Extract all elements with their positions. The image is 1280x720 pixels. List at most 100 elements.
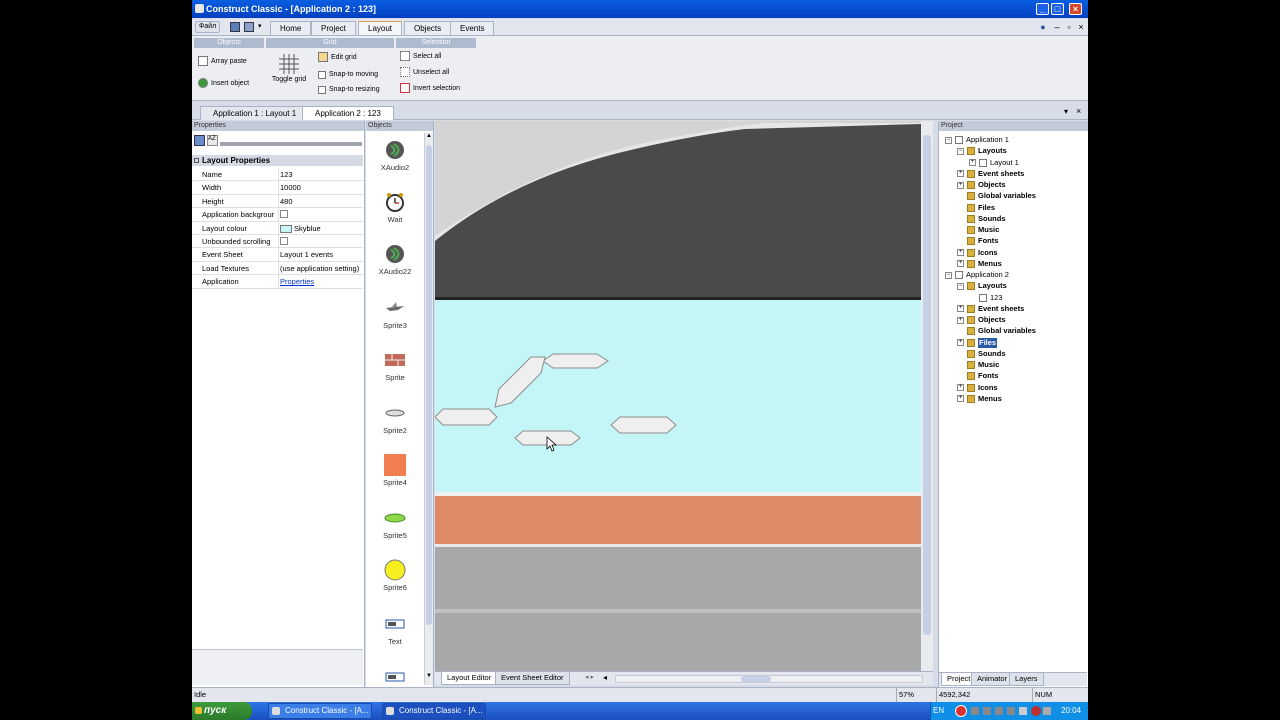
volume-icon[interactable]	[1043, 707, 1051, 715]
expand-icon[interactable]: +	[957, 181, 964, 189]
tab-scroll-icon[interactable]: ◂ ▸	[585, 673, 594, 681]
object-sprite2[interactable]: Sprite2	[366, 402, 424, 435]
prop-row-unbounded-scrolling[interactable]: Unbounded scrolling	[192, 235, 363, 249]
doc-minimize-icon[interactable]: –	[1052, 22, 1062, 32]
layout-properties-group[interactable]: Layout Properties	[192, 155, 363, 166]
prop-row-load-textures[interactable]: Load Textures (use application setting)	[192, 261, 363, 276]
chevron-down-icon[interactable]: ▾	[258, 22, 262, 30]
close-icon[interactable]: ×	[1076, 106, 1081, 116]
object-xaudio2[interactable]: XAudio2	[366, 139, 424, 172]
platform-sprite[interactable]	[542, 353, 609, 369]
tree-node[interactable]: + Icons	[957, 248, 998, 258]
insert-object-button[interactable]: Insert object	[198, 78, 249, 88]
prop-row-width[interactable]: Width 10000	[192, 181, 363, 195]
array-paste-button[interactable]: Array paste	[198, 56, 247, 66]
title-bar[interactable]: Construct Classic - [Application 2 : 123…	[192, 0, 1088, 18]
doc-restore-icon[interactable]: ▫	[1064, 22, 1074, 32]
tree-node[interactable]: +Music	[957, 360, 999, 370]
taskbar-item-construct-2[interactable]: Construct Classic - [A...	[382, 703, 486, 719]
taskbar-item-construct-1[interactable]: Construct Classic - [A...	[268, 703, 372, 719]
canvas-hscroll-thumb[interactable]	[741, 676, 771, 682]
language-indicator[interactable]: EN	[933, 702, 944, 720]
save-icon[interactable]	[230, 22, 240, 32]
tree-node[interactable]: +Global variables	[957, 191, 1036, 201]
tree-node[interactable]: + Event sheets	[957, 169, 1024, 179]
toggle-grid-button[interactable]: Toggle grid	[270, 54, 308, 83]
select-all-button[interactable]: Select all	[400, 51, 441, 61]
invert-selection-button[interactable]: Invert selection	[400, 83, 460, 93]
doc-close-icon[interactable]: ×	[1076, 22, 1086, 32]
prop-row-name[interactable]: Name 123	[192, 168, 363, 182]
unselect-all-button[interactable]: Unselect all	[400, 67, 449, 77]
expand-icon[interactable]: +	[957, 305, 964, 313]
checkbox-icon[interactable]	[280, 210, 288, 219]
tray-icon[interactable]	[995, 707, 1003, 715]
tree-node[interactable]: + Menus	[957, 259, 1002, 269]
close-icon[interactable]: ×	[1069, 3, 1082, 15]
object-sprite3[interactable]: Sprite3	[366, 297, 424, 330]
collapse-icon[interactable]: −	[957, 147, 964, 155]
tray-icon[interactable]	[983, 707, 991, 715]
start-button[interactable]: пуск	[192, 702, 252, 720]
tree-node[interactable]: +Sounds	[957, 349, 1006, 359]
expand-icon[interactable]: +	[957, 170, 964, 178]
prop-row-layout-colour[interactable]: Layout colour Skyblue	[192, 221, 363, 235]
expand-icon[interactable]: +	[957, 249, 964, 256]
tree-node[interactable]: +Files	[957, 337, 998, 348]
expand-icon[interactable]: +	[969, 159, 976, 166]
tree-node[interactable]: +Global variables	[957, 326, 1036, 336]
expand-icon[interactable]: +	[957, 395, 964, 403]
tab-layers[interactable]: Layers	[1009, 673, 1044, 686]
object-sprite5[interactable]: Sprite5	[366, 507, 424, 540]
tab-events[interactable]: Events	[450, 21, 495, 35]
help-icon[interactable]: ●	[1038, 22, 1048, 32]
tree-node[interactable]: + Layout 1	[969, 158, 1019, 168]
checkbox-icon[interactable]	[280, 237, 288, 245]
tree-node[interactable]: +Fonts	[957, 371, 998, 381]
edit-grid-button[interactable]: Edit grid	[318, 52, 357, 62]
tree-node[interactable]: + Objects	[957, 180, 1006, 190]
file-menu-button[interactable]: Файл	[195, 21, 221, 33]
tree-node[interactable]: + Objects	[957, 315, 1006, 325]
prop-row-event-sheet[interactable]: Event Sheet Layout 1 events	[192, 248, 363, 262]
collapse-icon[interactable]	[194, 158, 199, 163]
ground-sprite[interactable]	[435, 496, 921, 544]
save-all-icon[interactable]	[244, 22, 254, 32]
object-sprite4[interactable]: Sprite4	[366, 454, 424, 487]
doc-tab-application-2[interactable]: Application 2 : 123	[302, 106, 394, 120]
antivirus-icon[interactable]	[1031, 706, 1041, 716]
expand-icon[interactable]: +	[957, 316, 964, 324]
object-sprite6[interactable]: Sprite6	[366, 559, 424, 592]
platform-sprite[interactable]	[610, 416, 677, 434]
minimize-icon[interactable]: _	[1036, 3, 1049, 15]
tab-event-sheet-editor[interactable]: Event Sheet Editor	[495, 672, 570, 685]
tree-node[interactable]: +Fonts	[957, 236, 998, 246]
record-icon[interactable]	[955, 705, 967, 717]
snap-moving-checkbox[interactable]: Snap-to moving	[318, 70, 378, 79]
object-sprite[interactable]: Sprite	[366, 349, 424, 382]
scroll-thumb[interactable]	[426, 145, 432, 625]
canvas-vscroll-thumb[interactable]	[923, 135, 931, 635]
maximize-icon[interactable]: □	[1051, 3, 1064, 15]
prop-row-application[interactable]: Application Properties	[192, 275, 363, 289]
prop-row-height[interactable]: Height 480	[192, 194, 363, 209]
categorized-icon[interactable]	[194, 135, 205, 146]
doc-tab-application-1[interactable]: Application 1 : Layout 1	[200, 106, 310, 120]
tray-icon[interactable]	[1007, 707, 1015, 715]
tab-animator[interactable]: Animator	[971, 673, 1014, 686]
prop-row-app-background[interactable]: Application backgrour	[192, 208, 363, 223]
tree-node[interactable]: − Application 2	[945, 270, 1009, 280]
scroll-down-icon[interactable]: ▼	[425, 673, 433, 683]
network-icon[interactable]	[1019, 707, 1027, 715]
expand-icon[interactable]: +	[957, 339, 964, 346]
layout-editor-canvas[interactable]	[435, 121, 933, 671]
tree-node[interactable]: +Files	[957, 203, 995, 213]
tab-layout-editor[interactable]: Layout Editor	[441, 672, 498, 685]
platform-sprite[interactable]	[435, 408, 498, 426]
object-xaudio22[interactable]: XAudio22	[366, 243, 424, 276]
tree-node[interactable]: − Layouts	[957, 146, 1007, 156]
object-text[interactable]: Text	[366, 613, 424, 646]
alphabetical-icon[interactable]: AZ	[207, 135, 218, 146]
expand-icon[interactable]: +	[957, 260, 964, 268]
tree-node[interactable]: + Event sheets	[957, 304, 1024, 314]
